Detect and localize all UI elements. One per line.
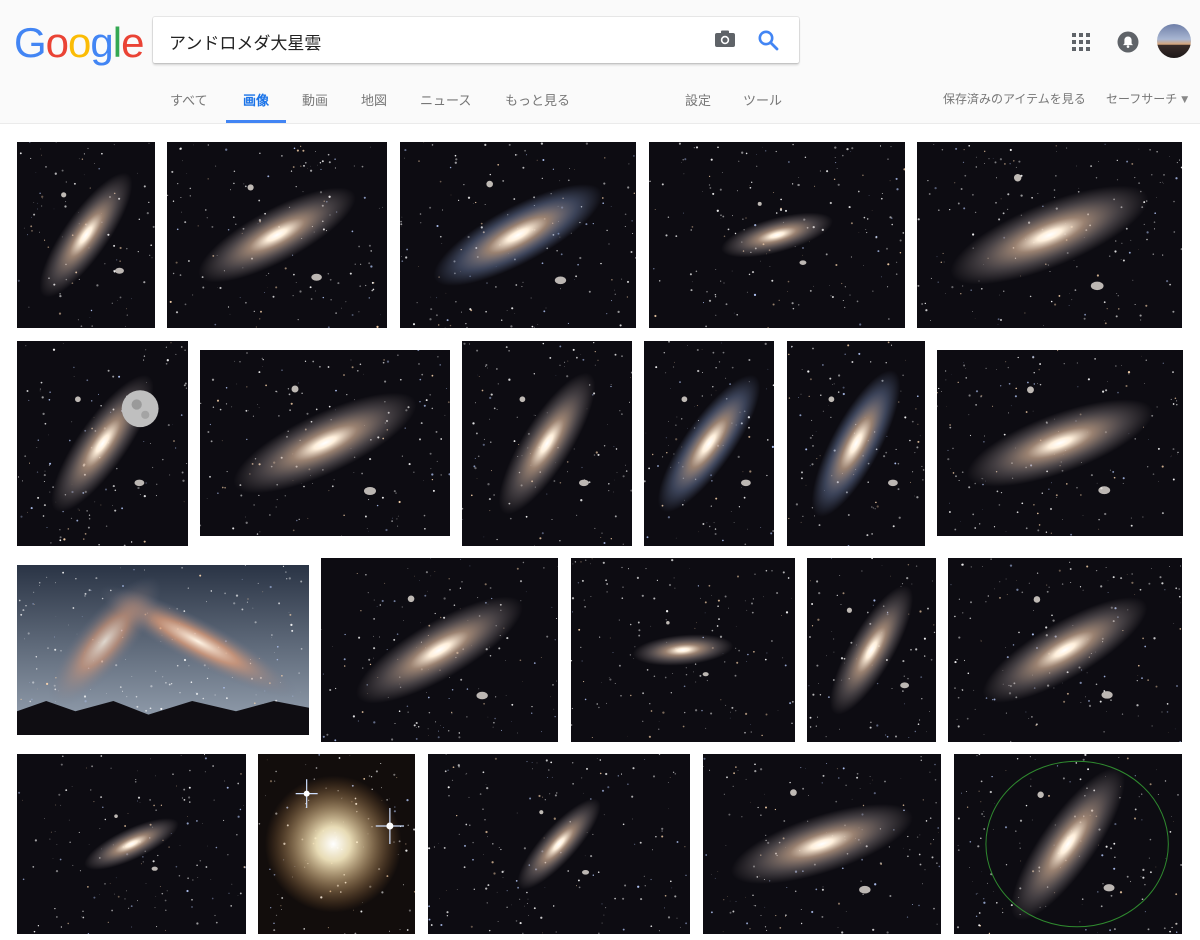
image-result[interactable]: [400, 142, 636, 328]
tab-tools[interactable]: ツール: [743, 90, 782, 109]
image-result[interactable]: [703, 754, 941, 934]
logo-letter: e: [121, 19, 144, 66]
tab-settings[interactable]: 設定: [685, 90, 711, 109]
image-result[interactable]: [17, 341, 188, 546]
search-query-text[interactable]: アンドロメダ大星雲: [169, 29, 321, 54]
google-logo[interactable]: Google: [14, 19, 144, 66]
image-result[interactable]: [649, 142, 905, 328]
image-result[interactable]: [428, 754, 690, 934]
image-result[interactable]: [167, 142, 387, 328]
avatar[interactable]: [1157, 24, 1191, 58]
result-thumbnail-image: [937, 350, 1183, 536]
tab-news[interactable]: ニュース: [420, 90, 471, 109]
image-result[interactable]: [258, 754, 415, 934]
result-thumbnail-image: [167, 142, 387, 328]
result-thumbnail-image: [649, 142, 905, 328]
search-tabs: すべて 画像 動画 地図 ニュース もっと見る 設定 ツール 保存済みのアイテム…: [0, 84, 1200, 124]
logo-letter: g: [90, 19, 113, 66]
google-image-search-page: Google アンドロメダ大星雲 すべて 画像 動画 地図 ニュース もっと見る…: [0, 0, 1200, 940]
result-thumbnail-image: [644, 341, 774, 546]
result-thumbnail-image: [428, 754, 690, 934]
result-thumbnail-image: [948, 558, 1182, 742]
result-thumbnail-image: [321, 558, 558, 742]
result-thumbnail-image: [258, 754, 415, 934]
tab-videos[interactable]: 動画: [302, 90, 328, 109]
search-input[interactable]: アンドロメダ大星雲: [153, 17, 799, 63]
bell-icon[interactable]: [1117, 31, 1139, 53]
image-result[interactable]: [807, 558, 936, 742]
image-result[interactable]: [954, 754, 1182, 934]
chevron-down-icon: ▼: [1181, 95, 1189, 105]
image-result[interactable]: [787, 341, 925, 546]
image-result[interactable]: [321, 558, 558, 742]
camera-icon[interactable]: [714, 30, 736, 48]
image-result[interactable]: [200, 350, 450, 536]
result-thumbnail-image: [17, 754, 246, 934]
image-result[interactable]: [17, 565, 309, 735]
header: Google アンドロメダ大星雲 すべて 画像 動画 地図 ニュース もっと見る…: [0, 0, 1200, 124]
result-thumbnail-image: [200, 350, 450, 536]
tab-maps[interactable]: 地図: [361, 90, 387, 109]
logo-letter: o: [45, 19, 69, 66]
image-result[interactable]: [462, 341, 632, 546]
result-thumbnail-image: [462, 341, 632, 546]
image-result[interactable]: [917, 142, 1182, 328]
safesearch-label: セーフサーチ: [1106, 92, 1178, 106]
image-result[interactable]: [17, 754, 246, 934]
image-result[interactable]: [644, 341, 774, 546]
logo-letter: G: [14, 19, 47, 66]
result-thumbnail-image: [703, 754, 941, 934]
apps-grid-icon[interactable]: [1072, 33, 1090, 51]
saved-items-link[interactable]: 保存済みのアイテムを見る: [943, 90, 1086, 107]
image-result[interactable]: [571, 558, 795, 742]
result-thumbnail-image: [17, 341, 188, 546]
result-thumbnail-image: [400, 142, 636, 328]
result-thumbnail-image: [17, 142, 155, 328]
result-thumbnail-image: [787, 341, 925, 546]
active-tab-indicator: [226, 120, 286, 123]
image-result[interactable]: [937, 350, 1183, 536]
result-thumbnail-image: [17, 565, 309, 735]
result-thumbnail-image: [571, 558, 795, 742]
result-thumbnail-image: [807, 558, 936, 742]
logo-letter: o: [68, 19, 91, 66]
image-result[interactable]: [948, 558, 1182, 742]
image-result[interactable]: [17, 142, 155, 328]
tab-images[interactable]: 画像: [243, 90, 269, 109]
result-thumbnail-image: [917, 142, 1182, 328]
result-thumbnail-image: [954, 754, 1182, 934]
safesearch-dropdown[interactable]: セーフサーチ ▼: [1106, 90, 1188, 107]
tab-more[interactable]: もっと見る: [505, 90, 570, 109]
tab-all[interactable]: すべて: [170, 90, 208, 109]
logo-letter: l: [112, 19, 122, 66]
search-icon[interactable]: [757, 29, 779, 51]
